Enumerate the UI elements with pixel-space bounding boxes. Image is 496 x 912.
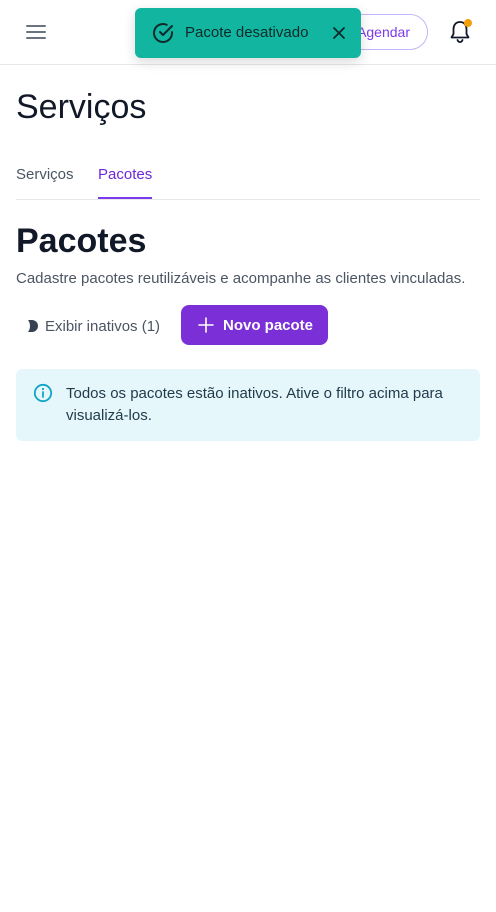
new-package-label: Novo pacote	[223, 316, 314, 334]
show-inactive-toggle[interactable]: Exibir inativos (1)	[10, 316, 161, 336]
toggle-switch[interactable]	[10, 316, 38, 336]
tab-servicos[interactable]: Serviços	[16, 166, 74, 199]
hamburger-icon	[26, 25, 46, 39]
toggle-knob	[10, 316, 30, 336]
tab-bar: Serviços Pacotes	[16, 160, 480, 200]
new-package-button[interactable]: Novo pacote	[181, 305, 328, 345]
info-alert-message: Todos os pacotes estão inativos. Ative o…	[66, 385, 443, 424]
page-title: Serviços	[16, 88, 147, 126]
info-icon	[33, 383, 53, 403]
toast-close-button[interactable]	[329, 23, 349, 43]
plus-icon	[198, 317, 214, 333]
notification-dot	[464, 19, 472, 27]
close-icon	[333, 27, 345, 39]
show-inactive-label: Exibir inativos (1)	[45, 317, 161, 335]
toast-message: Pacote desativado	[185, 24, 309, 41]
section-title: Pacotes	[16, 222, 147, 260]
toast-notification: Pacote desativado	[135, 8, 361, 58]
info-alert: Todos os pacotes estão inativos. Ative o…	[16, 369, 480, 441]
tab-pacotes[interactable]: Pacotes	[98, 166, 153, 199]
menu-button[interactable]	[22, 20, 50, 44]
section-description: Cadastre pacotes reutilizáveis e acompan…	[16, 270, 466, 287]
notifications-button[interactable]	[446, 17, 474, 47]
check-circle-icon	[153, 23, 173, 43]
